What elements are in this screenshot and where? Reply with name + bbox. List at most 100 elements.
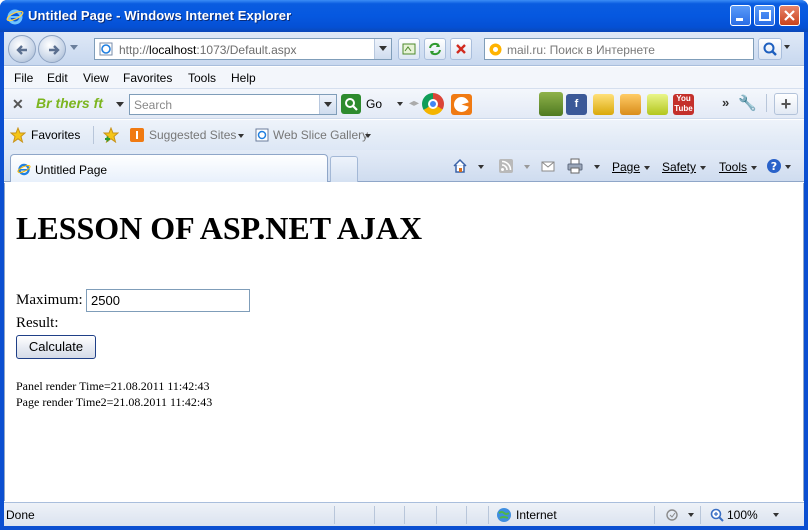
- print-dropdown[interactable]: [594, 165, 600, 169]
- back-arrow-icon: [16, 45, 27, 55]
- facebook-icon[interactable]: f: [566, 94, 587, 115]
- toolbar-close-icon[interactable]: ✕: [12, 96, 24, 113]
- maximize-button[interactable]: [754, 5, 775, 26]
- add-button[interactable]: +: [774, 93, 798, 115]
- read-mail-icon[interactable]: [540, 158, 556, 174]
- toolbar-search-icon[interactable]: [341, 94, 361, 114]
- close-icon: [784, 10, 795, 21]
- forward-button[interactable]: [38, 35, 66, 63]
- forward-arrow-icon: [49, 45, 60, 55]
- maximum-label: Maximum:: [16, 292, 83, 308]
- page-render-time: Page render Time2=21.08.2011 11:42:43: [16, 395, 213, 409]
- wrench-icon[interactable]: 🔧: [738, 94, 757, 112]
- feeds-dropdown[interactable]: [524, 165, 530, 169]
- tab-untitled-page[interactable]: Untitled Page: [10, 154, 328, 182]
- status-separator: [466, 506, 467, 524]
- status-text: Done: [6, 508, 35, 522]
- brothersoft-toolbar: ✕ Br thers ft Search Go ◂▸ f You Tube » …: [4, 89, 804, 119]
- menu-help[interactable]: Help: [231, 71, 256, 85]
- home-dropdown[interactable]: [478, 165, 484, 169]
- url-text: http://localhost:1073/Default.aspx: [119, 43, 297, 57]
- brothersoft-logo[interactable]: Br thers ft: [36, 95, 103, 111]
- chat-icon[interactable]: [647, 94, 668, 115]
- home-icon[interactable]: [452, 158, 468, 174]
- search-button[interactable]: [758, 38, 782, 60]
- zoom-icon[interactable]: [709, 507, 725, 523]
- add-to-favorites-icon[interactable]: [103, 127, 119, 143]
- menu-bar: File Edit View Favorites Tools Help: [4, 67, 804, 89]
- suggested-sites-dropdown[interactable]: [238, 134, 244, 138]
- window-title: Untitled Page - Windows Internet Explore…: [28, 8, 292, 23]
- panel-render-time: Panel render Time=21.08.2011 11:42:43: [16, 379, 210, 393]
- stop-button[interactable]: [450, 38, 472, 60]
- page-icon: [99, 42, 113, 56]
- go-dropdown[interactable]: [397, 102, 403, 106]
- ie-logo-icon: [6, 9, 24, 25]
- search-input[interactable]: mail.ru: Поиск в Интернете: [484, 38, 754, 60]
- toolbar-go-button[interactable]: Go: [366, 97, 382, 111]
- address-bar[interactable]: http://localhost:1073/Default.aspx: [94, 38, 392, 60]
- toolbar-separator: [766, 94, 767, 112]
- new-tab-button[interactable]: [330, 156, 358, 182]
- favorites-button[interactable]: Favorites: [31, 128, 80, 142]
- magnifier-icon: [763, 42, 777, 56]
- search-options-dropdown[interactable]: [784, 45, 790, 49]
- feeds-icon[interactable]: [498, 158, 514, 174]
- tools-menu[interactable]: Tools: [719, 160, 758, 174]
- toolbar-resize-icon[interactable]: ◂▸: [409, 98, 419, 109]
- menu-tools[interactable]: Tools: [188, 71, 216, 85]
- help-icon[interactable]: ?: [766, 158, 782, 174]
- svg-text:?: ?: [771, 160, 777, 173]
- toolbar-search-dropdown[interactable]: [319, 95, 336, 114]
- browser-client: http://localhost:1073/Default.aspx mail.…: [4, 32, 804, 526]
- internet-zone-icon: [497, 508, 511, 522]
- refresh-icon: [429, 42, 441, 56]
- web-slice-gallery-link[interactable]: Web Slice Gallery: [273, 128, 368, 142]
- result-label: Result:: [16, 315, 59, 331]
- toolbar-search-placeholder: Search: [134, 98, 173, 112]
- games-icon[interactable]: [620, 94, 641, 115]
- menu-file[interactable]: File: [14, 71, 33, 85]
- menu-favorites[interactable]: Favorites: [123, 71, 172, 85]
- recent-pages-dropdown[interactable]: [70, 45, 78, 50]
- pacman-icon[interactable]: [451, 94, 472, 115]
- maximum-input[interactable]: [86, 289, 250, 312]
- search-placeholder: mail.ru: Поиск в Интернете: [507, 43, 655, 57]
- minimize-button[interactable]: [730, 5, 751, 26]
- minimize-icon: [736, 18, 743, 21]
- more-chevron-icon[interactable]: »: [722, 95, 729, 110]
- page-menu[interactable]: Page: [612, 160, 651, 174]
- status-separator: [436, 506, 437, 524]
- avatar-icon[interactable]: [539, 92, 563, 116]
- back-button[interactable]: [8, 35, 36, 63]
- toolbar-search-input[interactable]: Search: [129, 94, 337, 115]
- brand-dropdown[interactable]: [116, 102, 124, 107]
- protected-mode-icon[interactable]: [664, 508, 680, 522]
- print-icon[interactable]: [567, 158, 583, 174]
- security-zone: Internet: [516, 508, 557, 522]
- tab-label: Untitled Page: [35, 163, 108, 177]
- status-separator: [404, 506, 405, 524]
- chrome-icon[interactable]: [422, 93, 444, 115]
- refresh-button[interactable]: [424, 38, 446, 60]
- address-dropdown[interactable]: [374, 39, 391, 59]
- zoom-level[interactable]: 100%: [727, 508, 758, 522]
- favorites-bar: Favorites Suggested Sites Web Slice Gall…: [4, 120, 804, 150]
- compatibility-view-button[interactable]: [398, 38, 420, 60]
- web-slice-dropdown[interactable]: [365, 134, 371, 138]
- help-dropdown[interactable]: [785, 165, 791, 169]
- youtube-icon[interactable]: You Tube: [673, 94, 694, 115]
- notes-icon[interactable]: [593, 94, 614, 115]
- status-bar: Done Internet 100%: [4, 502, 804, 526]
- status-separator: [374, 506, 375, 524]
- safety-menu[interactable]: Safety: [662, 160, 707, 174]
- web-slice-icon: [255, 128, 269, 142]
- suggested-sites-link[interactable]: Suggested Sites: [149, 128, 236, 142]
- title-bar[interactable]: Untitled Page - Windows Internet Explore…: [0, 0, 808, 32]
- calculate-button[interactable]: Calculate: [16, 335, 96, 359]
- close-window-button[interactable]: [779, 5, 800, 26]
- menu-view[interactable]: View: [83, 71, 109, 85]
- zoom-dropdown[interactable]: [773, 513, 779, 517]
- protected-mode-dropdown[interactable]: [688, 513, 694, 517]
- menu-edit[interactable]: Edit: [47, 71, 68, 85]
